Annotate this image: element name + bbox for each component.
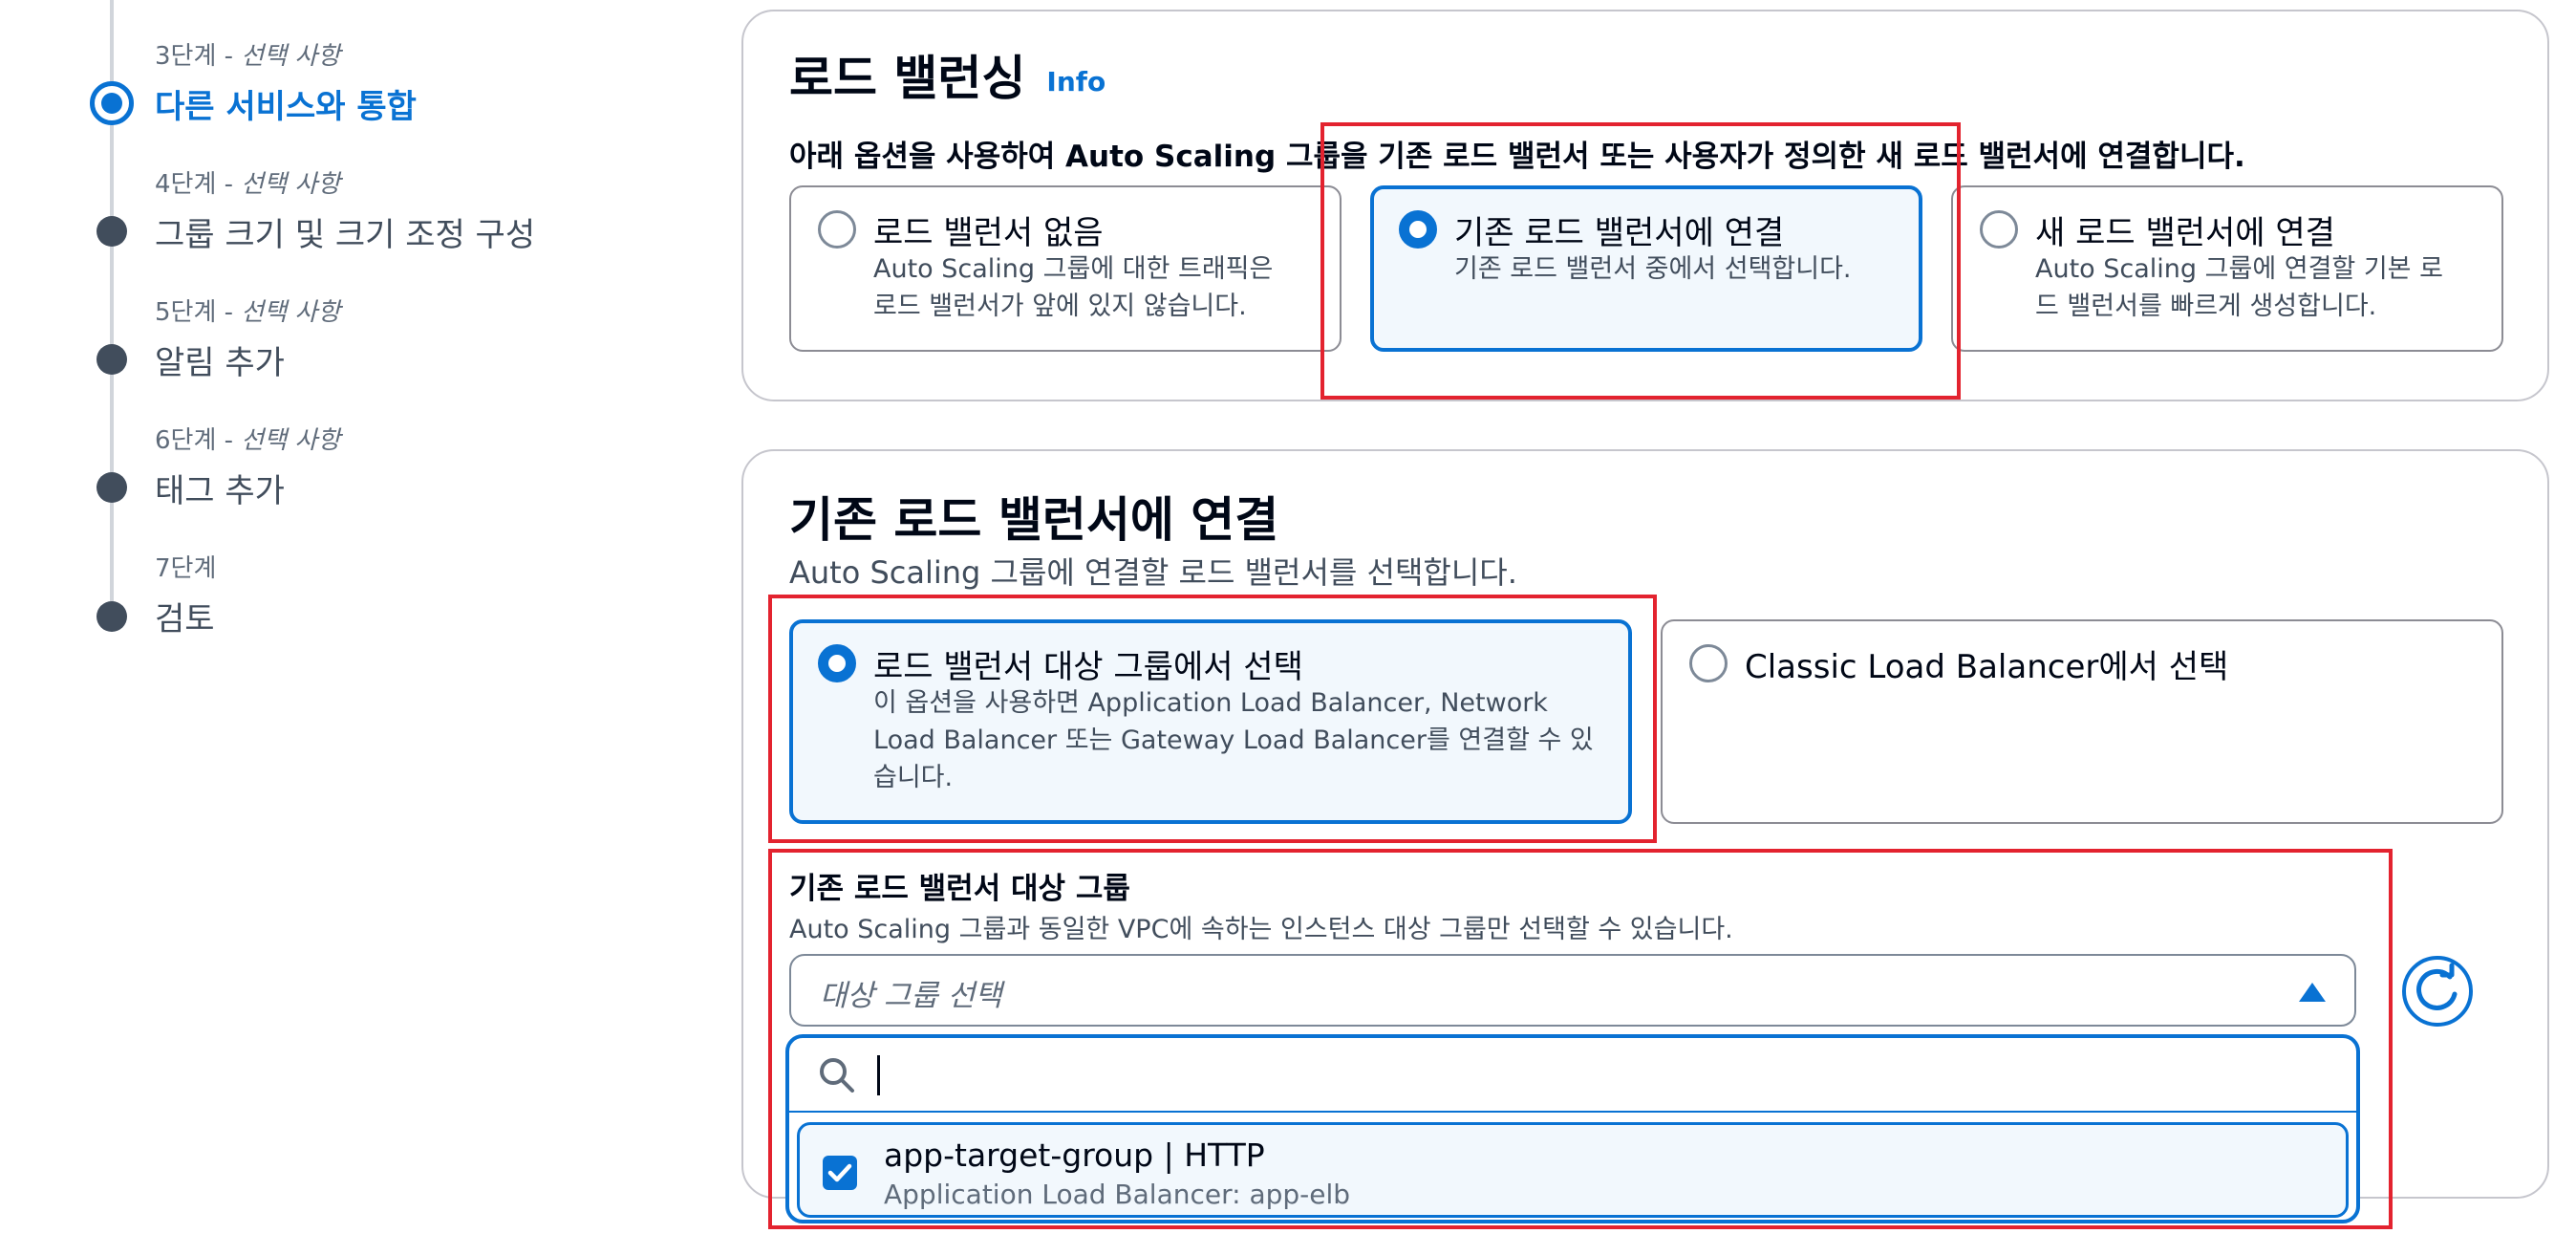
step-3-current-indicator (90, 81, 134, 125)
option-description: Auto Scaling 그룹에 연결할 기본 로드 밸런서를 빠르게 생성합니… (2035, 254, 2443, 321)
refresh-icon (2416, 963, 2458, 1010)
option-choose-from-classic-load-balancers[interactable]: Classic Load Balancer에서 선택 (1661, 619, 2503, 824)
radio-choose-from-classic-load-balancers[interactable] (1689, 644, 1728, 682)
load-balancing-heading: 로드 밸런싱 Info (789, 40, 1106, 109)
step-4-link[interactable]: 그룹 크기 및 크기 조정 구성 (155, 208, 535, 255)
attach-existing-heading: 기존 로드 밸런서에 연결 (789, 492, 1279, 548)
step-7-indicator (97, 601, 127, 632)
option-title: Classic Load Balancer에서 선택 (1745, 648, 2229, 686)
load-balancing-title: 로드 밸런싱 (789, 51, 1026, 106)
option-title: 로드 밸런서 없음 (873, 214, 1104, 252)
highlight-box-target-groups-option (768, 595, 1657, 843)
step-3-link[interactable]: 다른 서비스와 통합 (155, 80, 417, 127)
step-5-link[interactable]: 알림 추가 (155, 336, 285, 383)
info-link[interactable]: Info (1046, 66, 1106, 97)
step-7-link[interactable]: 검토 (155, 593, 215, 639)
highlight-box-target-group-select (768, 849, 2393, 1229)
option-title: 새 로드 밸런서에 연결 (2035, 214, 2335, 252)
option-no-load-balancer[interactable]: 로드 밸런서 없음 Auto Scaling 그룹에 대한 트래픽은 로드 밸런서… (789, 185, 1342, 352)
radio-no-load-balancer[interactable] (818, 210, 856, 249)
step-5-label: 5단계 - 선택 사항 (155, 298, 341, 327)
radio-attach-new-load-balancer[interactable] (1980, 210, 2018, 249)
step-7-label: 7단계 (155, 554, 217, 583)
step-6-link[interactable]: 태그 추가 (155, 465, 285, 511)
step-6-indicator (97, 472, 127, 503)
option-description: Auto Scaling 그룹에 대한 트래픽은 로드 밸런서가 앞에 있지 않습… (873, 254, 1274, 321)
step-4-indicator (97, 216, 127, 247)
step-5-indicator (97, 344, 127, 375)
option-attach-new-load-balancer[interactable]: 새 로드 밸런서에 연결 Auto Scaling 그룹에 연결할 기본 로드 … (1951, 185, 2503, 352)
step-4-label: 4단계 - 선택 사항 (155, 170, 341, 199)
refresh-button[interactable] (2402, 956, 2473, 1027)
highlight-box-attach-existing (1320, 122, 1961, 400)
attach-existing-description: Auto Scaling 그룹에 연결할 로드 밸런서를 선택합니다. (789, 554, 1517, 591)
step-3-label: 3단계 - 선택 사항 (155, 42, 341, 71)
step-6-label: 6단계 - 선택 사항 (155, 426, 341, 455)
